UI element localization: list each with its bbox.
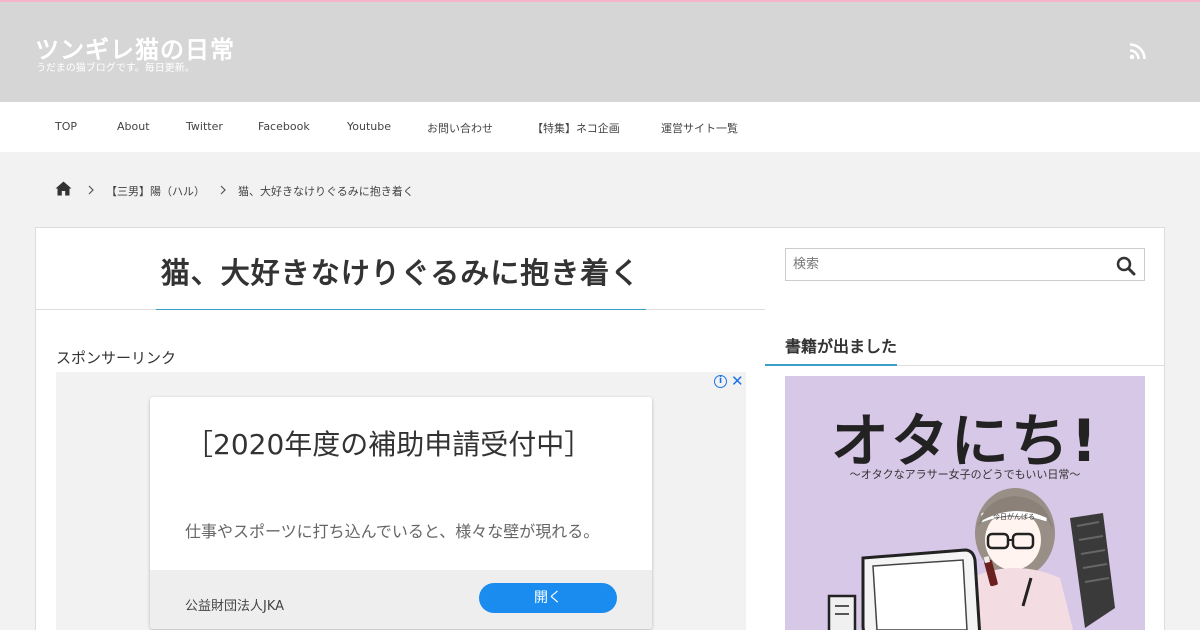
sponsor-label: スポンサーリンク [56, 349, 177, 367]
ad-body: 仕事やスポーツに打ち込んでいると、様々な壁が現れる。 [185, 522, 600, 541]
ad-headline[interactable]: ［2020年度の補助申請受付中］ [185, 427, 592, 463]
rss-icon[interactable] [1129, 42, 1147, 60]
ad-container: i ✕ ［2020年度の補助申請受付中］ 仕事やスポーツに打ち込んでいると、様々… [56, 372, 746, 630]
nav-item-facebook[interactable]: Facebook [258, 120, 310, 133]
ad-advertiser: 公益財団法人JKA [185, 599, 285, 614]
nav-item-twitter[interactable]: Twitter [186, 120, 223, 133]
book-illustration: 今日がんばる [827, 488, 1115, 630]
sidebar: 書籍が出ました オタにち! 〜オタクなアラサー女子のどうでもいい日常〜 今日がん… [765, 227, 1165, 630]
nav-item-feature[interactable]: 【特集】ネコ企画 [532, 120, 620, 136]
title-underline [156, 309, 646, 310]
ad-close-icon[interactable]: ✕ [731, 372, 744, 390]
breadcrumb-category[interactable]: 【三男】陽（ハル） [106, 183, 205, 199]
search-icon[interactable] [1116, 256, 1136, 276]
chevron-right-icon [88, 185, 94, 195]
search-form [785, 248, 1145, 281]
nav-item-about[interactable]: About [117, 120, 150, 133]
nav-item-contact[interactable]: お問い合わせ [427, 120, 493, 136]
post-header: 猫、大好きなけりぐるみに抱き着く [36, 228, 765, 310]
site-header: ツンギレ猫の日常 うだまの猫ブログです。毎日更新。 [0, 2, 1200, 102]
post-title: 猫、大好きなけりぐるみに抱き着く [160, 256, 641, 290]
main-content: 猫、大好きなけりぐるみに抱き着く スポンサーリンク i ✕ ［2020年度の補助… [35, 227, 766, 630]
ad-info-icon[interactable]: i [714, 375, 727, 388]
nav-item-youtube[interactable]: Youtube [347, 120, 391, 133]
widget-title: 書籍が出ました [785, 337, 898, 356]
search-input[interactable] [786, 249, 1106, 280]
nav-item-sites[interactable]: 運営サイト一覧 [661, 120, 738, 136]
widget-divider-accent [765, 364, 897, 366]
home-icon[interactable] [55, 181, 72, 196]
breadcrumb-current: 猫、大好きなけりぐるみに抱き着く [238, 185, 414, 198]
book-cover[interactable]: オタにち! 〜オタクなアラサー女子のどうでもいい日常〜 今日がんばる [785, 376, 1145, 630]
chevron-right-icon [220, 185, 226, 195]
global-nav: TOP About Twitter Facebook Youtube お問い合わ… [0, 102, 1200, 152]
ad-open-button[interactable]: 開く [479, 583, 617, 613]
ad-card[interactable]: ［2020年度の補助申請受付中］ 仕事やスポーツに打ち込んでいると、様々な壁が現… [150, 397, 652, 629]
nav-item-top[interactable]: TOP [55, 120, 77, 133]
ad-footer: 公益財団法人JKA 開く [150, 570, 652, 629]
site-description: うだまの猫ブログです。毎日更新。 [36, 63, 195, 74]
